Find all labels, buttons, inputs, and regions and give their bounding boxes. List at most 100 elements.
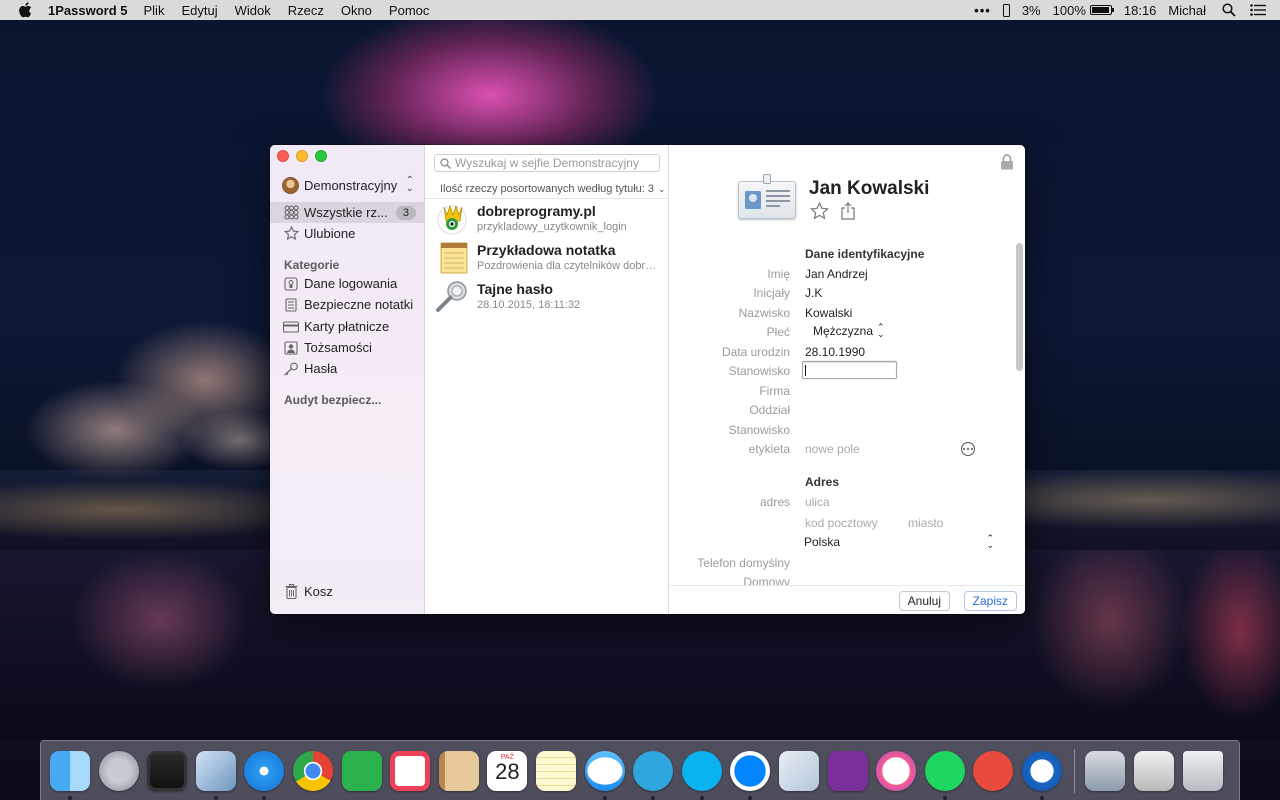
field-label-department: Oddział (749, 403, 790, 417)
phone-battery-icon[interactable] (1002, 3, 1010, 17)
favorite-star-icon[interactable] (810, 202, 829, 220)
contacts-icon[interactable] (438, 750, 479, 791)
sidebar-item-favorites[interactable]: Ulubione (270, 223, 424, 244)
pocket-icon[interactable] (390, 750, 431, 791)
menu-app-name[interactable]: 1Password 5 (48, 3, 128, 18)
note-icon (283, 297, 299, 313)
search-icon (440, 157, 451, 169)
sidebar-item-secure-notes[interactable]: Bezpieczne notatki (270, 294, 424, 315)
sidebar-item-passwords[interactable]: Hasła (270, 358, 424, 379)
notes-icon[interactable] (535, 750, 576, 791)
menubar: 1Password 5 Plik Edytuj Widok Rzecz Okno… (0, 0, 1280, 20)
audit-heading[interactable]: Audyt bezpiecz... (284, 393, 381, 407)
field-label-default-phone: Telefon domyślny (697, 556, 790, 570)
item-title[interactable]: Jan Kowalski (809, 178, 929, 200)
list-item-login[interactable]: dobreprogramy.pl przykladowy_uzytkownik_… (425, 199, 668, 237)
preview-icon[interactable] (778, 750, 819, 791)
spotify-icon[interactable] (924, 750, 965, 800)
lock-icon[interactable] (1000, 154, 1014, 170)
menubar-status: ••• 3% 100% 18:16 Michał (962, 3, 1280, 18)
field-options-icon[interactable] (961, 442, 975, 456)
sort-label: Ilość rzeczy posortowanych według tytułu… (440, 183, 654, 195)
sidebar-item-label: Tożsamości (304, 340, 372, 355)
sidebar-item-identities[interactable]: Tożsamości (270, 337, 424, 358)
more-dots-icon[interactable]: ••• (974, 3, 991, 18)
gender-select[interactable]: Mężczyzna ⌃ ⌄ (813, 323, 885, 339)
field-value-last-name[interactable]: Kowalski (805, 306, 852, 320)
trash-icon (283, 584, 299, 600)
menu-plik[interactable]: Plik (144, 3, 165, 18)
field-value-first-name[interactable]: Jan Andrzej (805, 267, 868, 281)
documents-stack-icon[interactable] (1134, 750, 1175, 791)
downloads-stack-icon[interactable] (1085, 750, 1126, 791)
field-value-initials[interactable]: J.K (805, 286, 822, 300)
feedly-icon[interactable] (341, 750, 382, 791)
onepassword-window: Demonstracyjny ⌃ ⌄ Wszystkie rz... 3 Ulub… (270, 145, 1025, 614)
country-value: Polska (804, 535, 841, 549)
battery-icon[interactable] (1089, 5, 1114, 15)
field-value-birthdate[interactable]: 28.10.1990 (805, 345, 865, 359)
minimize-button[interactable] (296, 150, 308, 162)
launchpad-icon[interactable] (98, 750, 139, 791)
new-field-input[interactable]: nowe pole (805, 442, 860, 456)
finder-icon[interactable] (50, 750, 90, 800)
itunes-icon[interactable] (876, 750, 917, 791)
item-list: Ilość rzeczy posortowanych według tytułu… (425, 145, 669, 614)
list-item-note[interactable]: Przykładowa notatka Pozdrowienia dla czy… (425, 238, 668, 276)
city-input[interactable]: miasto (908, 516, 943, 530)
country-select[interactable]: Polska ⌃ ⌄ (804, 534, 994, 550)
dock-separator (1074, 748, 1076, 793)
calendar-icon[interactable]: PAŹ 28 (487, 750, 528, 791)
search-input[interactable] (455, 156, 655, 170)
vault-selector[interactable]: Demonstracyjny ⌃ ⌄ (282, 176, 414, 194)
postal-code-input[interactable]: kod pocztowy (805, 516, 878, 530)
field-label-first-name: Imię (767, 267, 790, 281)
field-label-initials: Inicjały (753, 286, 790, 300)
chrome-icon[interactable] (292, 750, 333, 791)
search-field[interactable] (434, 154, 660, 172)
messenger-icon[interactable] (730, 750, 771, 800)
notification-center-icon[interactable] (1250, 4, 1266, 16)
field-label-custom[interactable]: etykieta (749, 442, 790, 456)
identity-card-icon (738, 174, 796, 219)
star-icon (283, 226, 299, 242)
sidebar-item-cards[interactable]: Karty płatnicze (270, 316, 424, 337)
safari-icon[interactable] (244, 750, 285, 800)
occupation-input[interactable] (802, 361, 897, 379)
telegram-icon[interactable] (633, 750, 674, 800)
detail-scrollbar[interactable] (1016, 243, 1023, 371)
user-name[interactable]: Michał (1168, 3, 1206, 18)
mail-icon[interactable] (195, 750, 236, 800)
trash-dock-icon[interactable] (1182, 750, 1223, 791)
sort-dropdown[interactable]: Ilość rzeczy posortowanych według tytułu… (440, 183, 666, 195)
clock[interactable]: 18:16 (1124, 3, 1157, 18)
photo-viewer-icon[interactable] (147, 750, 188, 791)
share-icon[interactable] (840, 202, 856, 220)
menu-rzecz[interactable]: Rzecz (288, 3, 324, 18)
street-input[interactable]: ulica (805, 495, 830, 509)
zoom-button[interactable] (315, 150, 327, 162)
skype-icon[interactable] (681, 750, 722, 800)
list-item-password[interactable]: Tajne hasło 28.10.2015, 18:11:32 (425, 277, 668, 315)
onepassword-icon[interactable] (1021, 750, 1062, 800)
save-button[interactable]: Zapisz (963, 591, 1017, 611)
calendar-day: 28 (495, 758, 520, 784)
menu-okno[interactable]: Okno (341, 3, 372, 18)
menu-edytuj[interactable]: Edytuj (181, 3, 217, 18)
messages-icon[interactable] (584, 750, 625, 800)
item-count-badge: 3 (395, 205, 416, 220)
menu-widok[interactable]: Widok (235, 3, 271, 18)
onenote-icon[interactable] (827, 750, 868, 791)
menu-pomoc[interactable]: Pomoc (389, 3, 429, 18)
battery-level[interactable]: 100% (1053, 3, 1086, 18)
sidebar-item-logins[interactable]: Dane logowania (270, 273, 424, 294)
sidebar-item-all[interactable]: Wszystkie rz... 3 (270, 202, 424, 223)
sidebar-item-trash[interactable]: Kosz (270, 581, 424, 602)
spotlight-icon[interactable] (1222, 3, 1236, 17)
download-app-icon[interactable] (973, 750, 1014, 791)
cancel-button[interactable]: Anuluj (898, 591, 950, 611)
field-label-company: Firma (759, 384, 790, 398)
apple-icon[interactable] (18, 2, 32, 18)
dock: PAŹ 28 (40, 740, 1240, 800)
close-button[interactable] (277, 150, 289, 162)
